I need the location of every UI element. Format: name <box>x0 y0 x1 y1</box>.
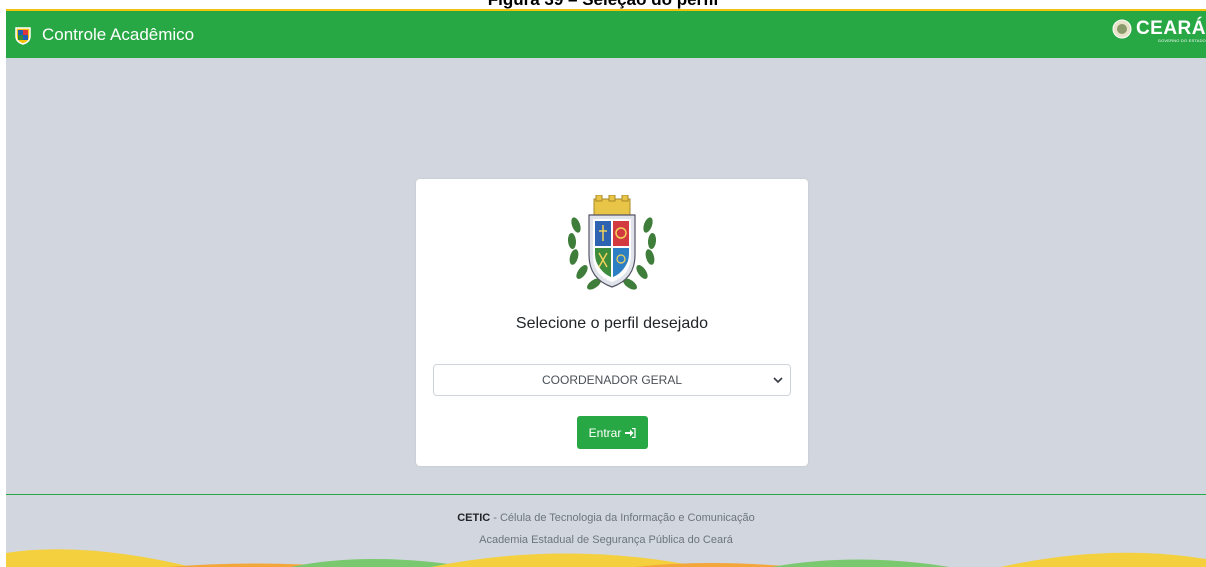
ceara-logo: CEARÁ GOVERNO DO ESTADO <box>1112 18 1206 43</box>
top-navbar: Controle Acadêmico CEARÁ GOVERNO DO ESTA… <box>6 9 1206 58</box>
app-brand[interactable]: Controle Acadêmico <box>14 25 194 45</box>
profile-select[interactable]: COORDENADOR GERAL <box>433 364 791 396</box>
enter-button[interactable]: Entrar <box>577 416 648 449</box>
footer-org-name: - Célula de Tecnologia da Informação e C… <box>490 512 755 524</box>
decorative-waves <box>6 549 1206 567</box>
state-seal-icon <box>1112 19 1132 39</box>
chevron-down-icon <box>773 377 783 384</box>
profile-prompt-title: Selecione o perfil desejado <box>515 315 709 332</box>
footer-institution: Academia Estadual de Segurança Pública d… <box>479 534 733 546</box>
profile-card: Selecione o perfil desejado COORDENADOR … <box>416 179 808 466</box>
logo-subtext: GOVERNO DO ESTADO <box>1157 38 1206 43</box>
app-title: Controle Acadêmico <box>42 24 195 44</box>
enter-button-label: Entrar <box>588 425 622 440</box>
main-content: Selecione o perfil desejado COORDENADOR … <box>6 58 1206 494</box>
footer-org-abbr: CETIC <box>457 512 491 524</box>
document-caption: Figura 39 – Seleção do perfil <box>0 0 1206 9</box>
academy-crest-icon <box>567 195 657 290</box>
footer: CETIC - Célula de Tecnologia da Informaç… <box>6 494 1206 567</box>
crest-icon <box>15 26 31 45</box>
logo-text: CEARÁ <box>1135 18 1206 39</box>
footer-org-line: CETIC - Célula de Tecnologia da Informaç… <box>6 512 1206 524</box>
sign-in-icon <box>625 427 636 438</box>
document-caption-text: Figura 39 – Seleção do perfil <box>488 0 719 9</box>
profile-select-value: COORDENADOR GERAL <box>541 373 683 387</box>
